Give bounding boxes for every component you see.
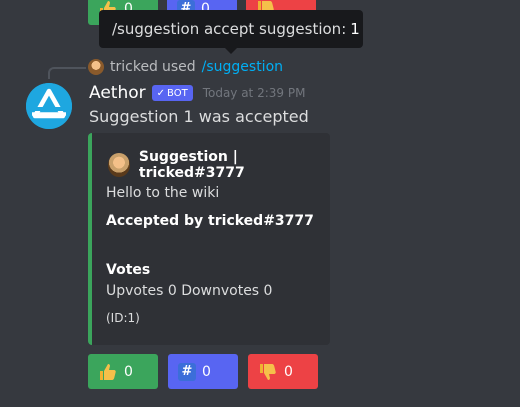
reaction-count: 0 bbox=[124, 363, 133, 380]
tooltip-value: 1 bbox=[350, 20, 360, 38]
timestamp[interactable]: Today at 2:39 PM bbox=[203, 86, 306, 100]
reaction-hash[interactable]: # 0 bbox=[168, 354, 238, 389]
command-tooltip: /suggestion accept suggestion: 1 bbox=[99, 10, 363, 48]
message-header: Aethor ✓ BOT Today at 2:39 PM bbox=[89, 83, 305, 103]
embed-field-value: Upvotes 0 Downvotes 0 bbox=[106, 283, 273, 299]
used-text: used bbox=[161, 59, 196, 75]
embed-author-name: Suggestion | tricked#3777 bbox=[138, 149, 245, 181]
author-name[interactable]: Aethor bbox=[89, 83, 146, 103]
author-avatar[interactable] bbox=[26, 83, 72, 129]
reaction-count: 0 bbox=[284, 363, 293, 380]
aethor-logo-icon bbox=[26, 83, 72, 129]
command-link[interactable]: /suggestion bbox=[202, 59, 283, 75]
hash-icon: # bbox=[178, 362, 196, 381]
embed-footer: (ID:1) bbox=[106, 311, 140, 325]
message-reactions: 0 # 0 0 bbox=[88, 354, 318, 389]
embed-author: Suggestion | tricked#3777 bbox=[108, 149, 330, 181]
reply-spine bbox=[48, 67, 86, 79]
thumbs-down-icon bbox=[260, 363, 276, 380]
tooltip-arrow bbox=[225, 48, 237, 54]
check-icon: ✓ bbox=[156, 87, 166, 99]
replied-user-avatar[interactable] bbox=[88, 59, 104, 75]
tooltip-command: /suggestion accept suggestion: bbox=[112, 20, 347, 38]
embed-accepted-by: Accepted by tricked#3777 bbox=[106, 213, 314, 229]
bot-badge: ✓ BOT bbox=[151, 85, 193, 101]
message-content: Suggestion 1 was accepted bbox=[89, 107, 309, 126]
embed-description: Hello to the wiki bbox=[106, 185, 220, 201]
suggestion-embed: Suggestion | tricked#3777 Hello to the w… bbox=[88, 133, 330, 345]
command-reference[interactable]: tricked used /suggestion bbox=[88, 59, 283, 75]
chat-view: 0 # 0 /suggestion accept suggestion: 1 t… bbox=[0, 0, 520, 407]
reaction-count: 0 bbox=[202, 363, 211, 380]
bot-badge-label: BOT bbox=[167, 87, 188, 99]
embed-author-avatar bbox=[108, 153, 130, 177]
replied-user-name[interactable]: tricked bbox=[110, 59, 158, 75]
thumbs-up-icon bbox=[100, 363, 116, 380]
reaction-downvote[interactable]: 0 bbox=[248, 354, 318, 389]
reaction-upvote[interactable]: 0 bbox=[88, 354, 158, 389]
embed-field-name: Votes bbox=[106, 262, 151, 278]
